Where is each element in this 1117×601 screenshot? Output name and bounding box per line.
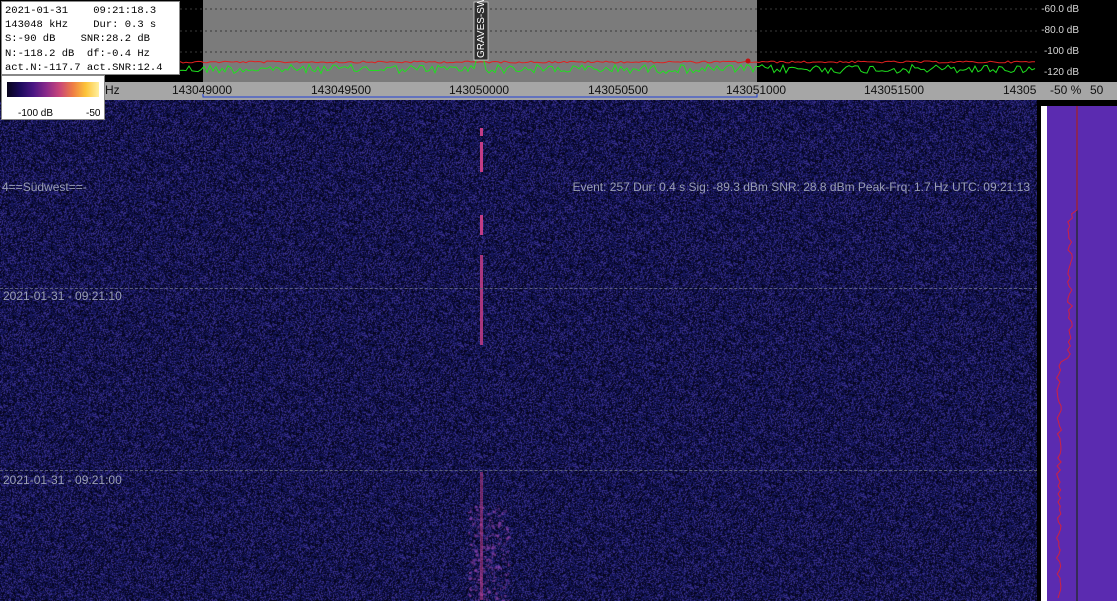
graves-signal-trace <box>480 472 483 600</box>
info-noise: N:-118.2 dB df:-0.4 Hz <box>5 47 150 60</box>
sidebar-axis: -50 % 50 <box>1037 82 1117 100</box>
sidebar-axis-left-label: -50 % <box>1050 83 1082 97</box>
info-panel: 2021-01-31 09:21:18.3 143048 kHz Dur: 0.… <box>1 1 180 75</box>
graves-signal-trace <box>480 128 483 136</box>
event-info: Event: 257 Dur: 0.4 s Sig: -89.3 dBm SNR… <box>572 180 1030 194</box>
time-marker-line <box>0 470 1037 471</box>
time-label: 2021-01-31 - 09:21:10 <box>3 289 122 303</box>
info-datetime: 2021-01-31 09:21:18.3 <box>5 5 157 17</box>
db-label: -60.0 dB <box>1041 4 1079 15</box>
signal-level-sidebar <box>1037 100 1117 601</box>
colorbar-min-label: -100 dB <box>18 108 54 119</box>
graves-signal-trace <box>480 255 483 345</box>
graves-signal-trace <box>480 215 483 235</box>
db-label: -80.0 dB <box>1041 25 1079 36</box>
db-label: -120 dB <box>1043 67 1079 78</box>
info-signal: S:-90 dB SNR:28.2 dB <box>5 33 150 46</box>
db-label: -100 dB <box>1043 46 1079 57</box>
sidebar-axis-right-label: 50 <box>1090 83 1104 97</box>
info-frequency: 143048 kHz Dur: 0.3 s <box>5 19 157 32</box>
frequency-axis[interactable]: Hz 143049000 143049500 143050000 1430505… <box>105 82 1037 100</box>
info-actual: act.N:-117.7 act.SNR:12.4 <box>5 61 163 74</box>
waterfall-noise <box>0 100 1037 601</box>
peak-marker <box>745 58 751 64</box>
sidebar-level-trace <box>1055 106 1078 601</box>
channel-label: 4==Südwest==- <box>2 180 87 194</box>
waterfall-display[interactable]: 4==Südwest==- Event: 257 Dur: 0.4 s Sig:… <box>0 100 1037 601</box>
graves-signal-trace <box>480 142 483 172</box>
graves-marker-label: GRAVES-SW <box>476 0 487 58</box>
passband-bracket <box>202 94 758 98</box>
colorbar-legend: -100 dB -50 <box>1 75 105 120</box>
colorbar-gradient <box>7 82 99 97</box>
time-label: 2021-01-31 - 09:21:00 <box>3 473 122 487</box>
time-marker-line <box>0 288 1037 289</box>
db-scale: -60.0 dB -80.0 dB -100 dB -120 dB <box>1037 0 1117 82</box>
colorbar-max-label: -50 <box>86 108 101 119</box>
